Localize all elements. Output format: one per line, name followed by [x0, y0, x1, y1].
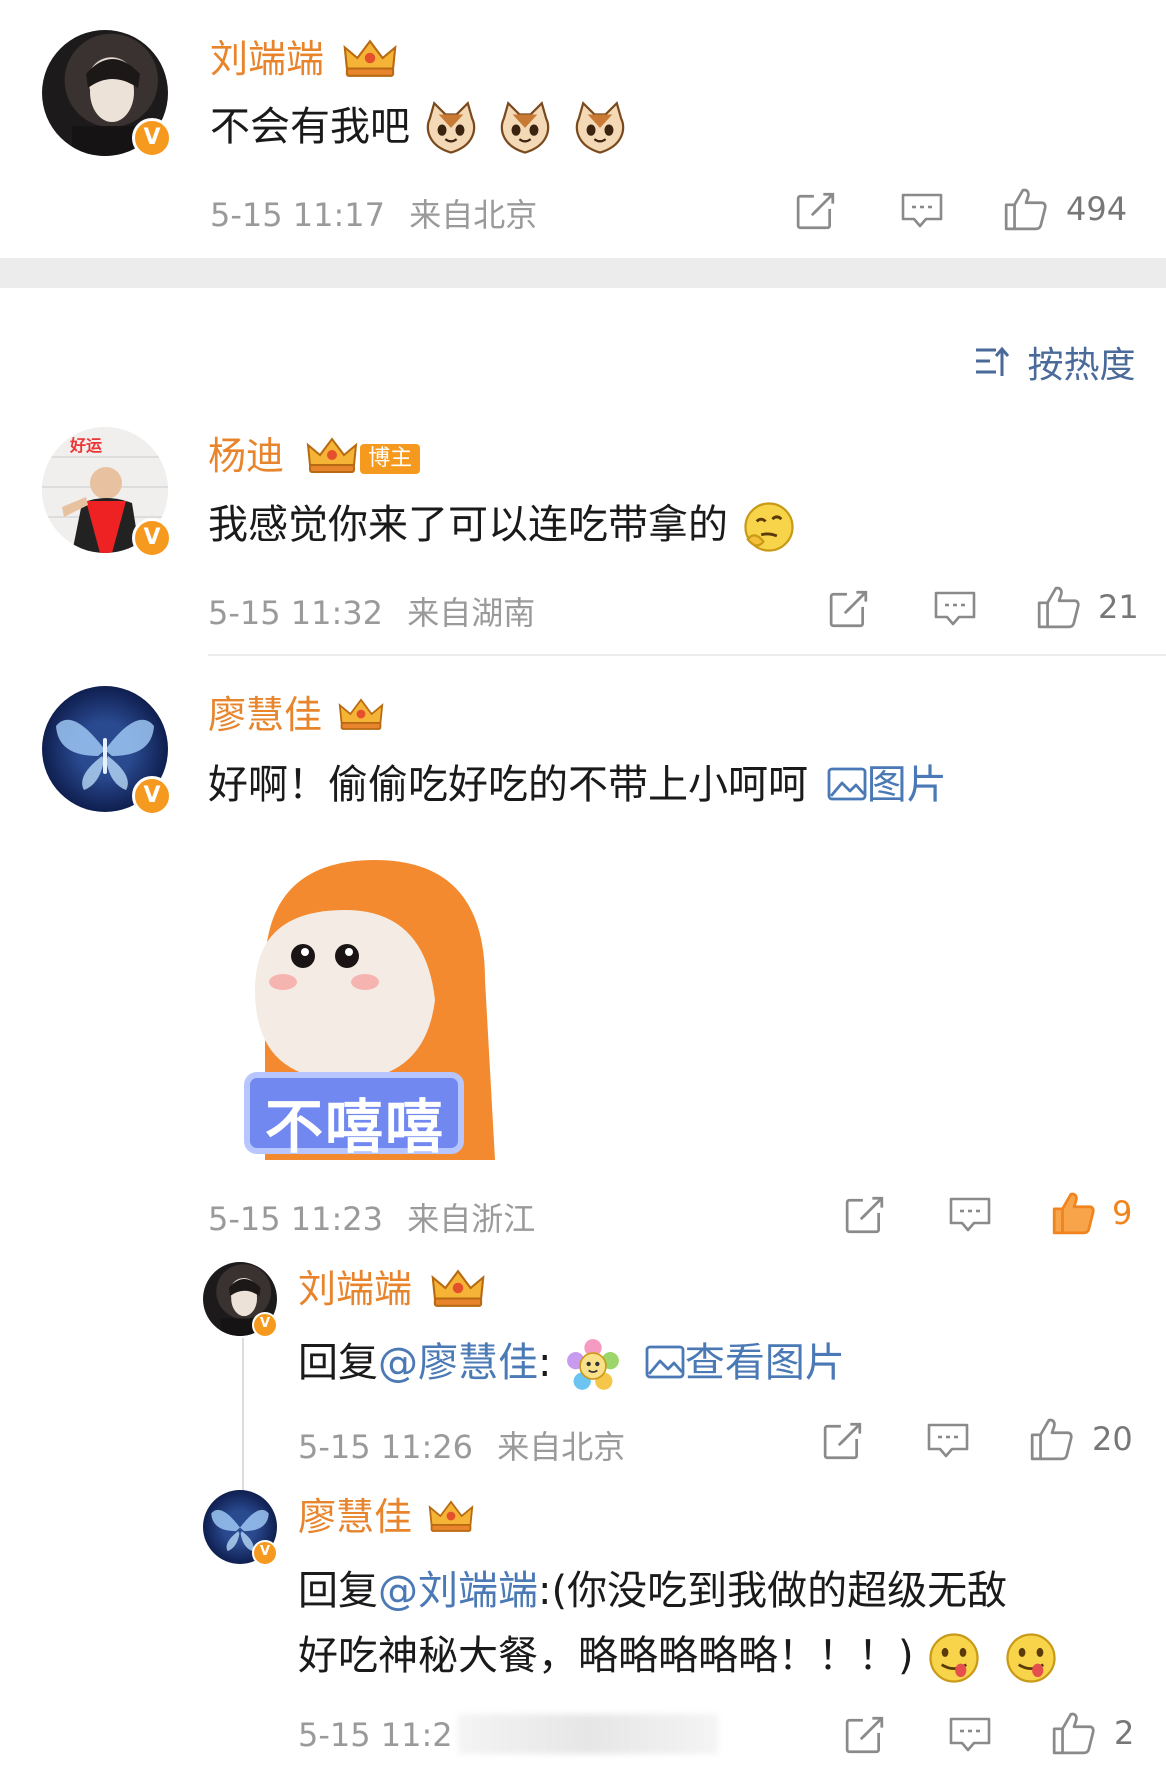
share-icon[interactable] [795, 190, 837, 232]
image-icon [645, 1344, 685, 1380]
comment-icon[interactable] [948, 1714, 992, 1756]
reply-prefix: 回复 [298, 1340, 378, 1386]
comment-text-row: 我感觉你来了可以连吃带拿的 [208, 496, 797, 555]
share-icon[interactable] [844, 1714, 886, 1756]
section-divider [0, 258, 1166, 288]
comment-meta: 5-15 11:23 来自浙江 [208, 1194, 535, 1240]
cat-emoji-icon [572, 101, 628, 157]
reply-text-row: 好吃神秘大餐，略略略略略！！！) [298, 1627, 1059, 1686]
flower-emoji-icon [566, 1338, 620, 1392]
username[interactable]: 杨迪 [208, 434, 284, 478]
username[interactable]: 廖慧佳 [298, 1495, 412, 1539]
blogger-badge: 博主 [360, 443, 421, 474]
comment-text-row: 不会有我吧 [210, 98, 628, 157]
like-count: 9 [1112, 1194, 1133, 1232]
timestamp: 5-15 11:26 [298, 1428, 474, 1466]
comment-text: 我感觉你来了可以连吃带拿的 [208, 502, 728, 548]
comment-icon[interactable] [926, 1420, 970, 1462]
verified-icon: V [132, 776, 172, 816]
comment-icon[interactable] [900, 190, 944, 232]
location: 来自北京 [409, 196, 538, 234]
blur-overlay [458, 1714, 718, 1754]
crown-icon [342, 37, 398, 79]
reply-text: :(你没吃到我做的超级无敌 [538, 1568, 1008, 1614]
thinking-emoji-icon [741, 499, 797, 555]
mention-link[interactable]: @刘端端 [378, 1568, 538, 1614]
comment-text: 好啊！偷偷吃好吃的不带上小呵呵 [208, 762, 808, 808]
location: 来自湖南 [407, 594, 536, 632]
location: 来自浙江 [407, 1200, 536, 1238]
tongue-emoji-icon [1003, 1630, 1059, 1686]
like-icon[interactable] [1002, 186, 1048, 232]
cat-emoji-icon [497, 101, 553, 157]
sticker-image[interactable]: 不嘻嘻 [225, 850, 530, 1161]
crown-icon [306, 435, 358, 475]
share-icon[interactable] [828, 588, 870, 630]
share-icon[interactable] [844, 1194, 886, 1236]
username[interactable]: 廖慧佳 [208, 693, 322, 737]
like-count: 494 [1066, 190, 1128, 228]
divider [208, 654, 1166, 656]
tongue-emoji-icon [926, 1630, 982, 1686]
like-icon[interactable] [1028, 1416, 1074, 1462]
crown-icon [428, 1496, 474, 1536]
reply-meta: 5-15 11:2 [298, 1716, 453, 1754]
verified-icon: V [252, 1540, 278, 1566]
like-count: 20 [1092, 1420, 1133, 1458]
comment-text: 不会有我吧 [210, 104, 410, 150]
comment-icon[interactable] [933, 588, 977, 630]
reply-colon: : [538, 1340, 552, 1386]
sort-label: 按热度 [1027, 345, 1136, 386]
reply-text-row: 回复@廖慧佳: 查看图片 [298, 1334, 845, 1392]
reply-text-row: 回复@刘端端:(你没吃到我做的超级无敌 [298, 1562, 1007, 1620]
like-count: 21 [1098, 588, 1139, 626]
username[interactable]: 刘端端 [298, 1267, 412, 1311]
cat-emoji-icon [423, 101, 479, 157]
comment-text-row: 好啊！偷偷吃好吃的不带上小呵呵 图片 [208, 756, 947, 814]
reply-text: 好吃神秘大餐，略略略略略！！！) [298, 1633, 914, 1679]
verified-icon: V [252, 1312, 278, 1338]
svg-text:好运: 好运 [69, 436, 102, 455]
crown-icon [338, 694, 384, 734]
username[interactable]: 刘端端 [210, 37, 324, 81]
like-icon[interactable] [1035, 584, 1081, 630]
timestamp: 5-15 11:2 [298, 1716, 453, 1754]
comment-meta: 5-15 11:17 来自北京 [210, 190, 537, 236]
crown-icon [430, 1267, 486, 1309]
share-icon[interactable] [822, 1420, 864, 1462]
mention-link[interactable]: @廖慧佳 [378, 1340, 538, 1386]
timestamp: 5-15 11:32 [208, 594, 384, 632]
sort-icon [976, 346, 1010, 376]
timestamp: 5-15 11:17 [210, 196, 386, 234]
location: 来自北京 [497, 1428, 626, 1466]
reply-meta: 5-15 11:26 来自北京 [298, 1422, 625, 1468]
sticker-caption: 不嘻嘻 [264, 1093, 445, 1161]
reply-prefix: 回复 [298, 1568, 378, 1614]
comment-meta: 5-15 11:32 来自湖南 [208, 588, 535, 634]
like-icon-active[interactable] [1050, 1190, 1096, 1236]
image-icon [827, 766, 867, 802]
like-icon[interactable] [1050, 1710, 1096, 1756]
view-image-link[interactable]: 查看图片 [645, 1340, 845, 1386]
verified-icon: V [132, 518, 172, 558]
view-image-link[interactable]: 图片 [827, 762, 947, 808]
like-count: 2 [1114, 1714, 1135, 1752]
comment-icon[interactable] [948, 1194, 992, 1236]
timestamp: 5-15 11:23 [208, 1200, 384, 1238]
sort-toggle[interactable]: 按热度 [974, 336, 1135, 388]
thread-line [242, 1338, 244, 1498]
verified-icon: V [132, 118, 172, 158]
